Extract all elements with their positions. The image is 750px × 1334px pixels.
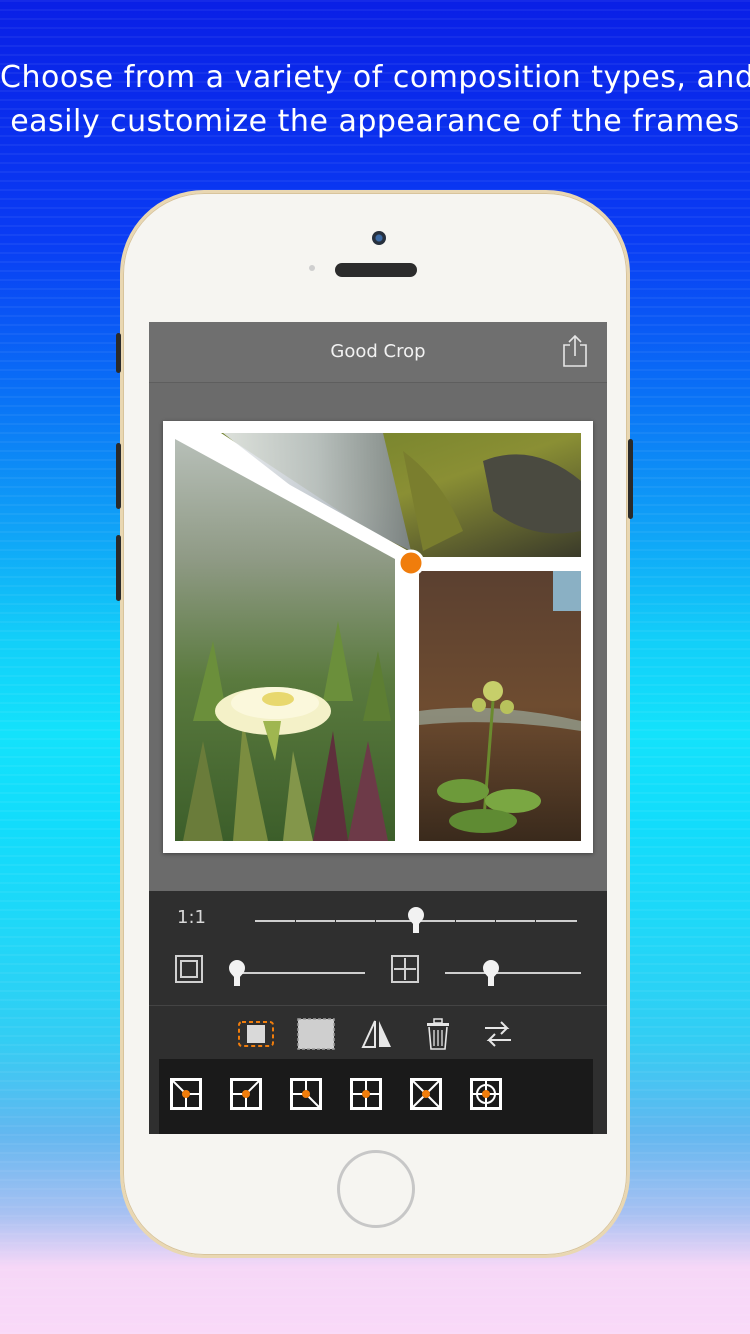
trash-icon[interactable]	[425, 1017, 451, 1051]
front-camera	[372, 231, 386, 245]
share-icon[interactable]	[561, 334, 589, 368]
promo-headline: Choose from a variety of composition typ…	[0, 56, 750, 144]
border-width-slider[interactable]	[233, 972, 365, 974]
frame-select-icon[interactable]	[237, 1020, 275, 1048]
background-frame-icon[interactable]	[297, 1018, 335, 1050]
controls-panel: 1:1	[149, 891, 607, 1134]
spacing-thumb[interactable]	[481, 958, 501, 988]
power-button	[628, 439, 633, 519]
app-screen: Good Crop 1:1	[149, 322, 607, 1134]
border-width-icon	[175, 955, 203, 983]
border-width-thumb[interactable]	[227, 958, 247, 988]
composition-tray	[159, 1059, 593, 1134]
composition-1[interactable]	[169, 1077, 203, 1111]
home-button	[337, 1150, 415, 1228]
navigation-bar: Good Crop	[149, 322, 607, 383]
canvas-area	[149, 383, 607, 891]
flip-icon[interactable]	[361, 1017, 393, 1051]
app-title: Good Crop	[330, 341, 426, 362]
proximity-sensor	[309, 265, 315, 271]
aspect-ratio-thumb[interactable]	[406, 905, 426, 935]
volume-up-button	[116, 443, 121, 509]
swap-icon[interactable]	[481, 1019, 515, 1049]
mute-switch	[116, 333, 121, 373]
composition-5[interactable]	[409, 1077, 443, 1111]
composition-handle[interactable]	[397, 549, 425, 577]
spacing-slider[interactable]	[445, 972, 581, 974]
composition-4[interactable]	[349, 1077, 383, 1111]
spacing-icon	[391, 955, 419, 983]
phone-frame: Good Crop 1:1	[116, 190, 633, 1258]
volume-down-button	[116, 535, 121, 601]
promo-line-1: Choose from a variety of composition typ…	[0, 60, 750, 95]
controls-divider	[149, 1005, 607, 1006]
promo-line-2: easily customize the appearance of the f…	[10, 104, 740, 139]
aspect-ratio-label: 1:1	[177, 907, 206, 928]
photo-collage[interactable]	[163, 421, 593, 853]
composition-6[interactable]	[469, 1077, 503, 1111]
earpiece-speaker	[335, 263, 417, 277]
composition-2[interactable]	[229, 1077, 263, 1111]
composition-3[interactable]	[289, 1077, 323, 1111]
